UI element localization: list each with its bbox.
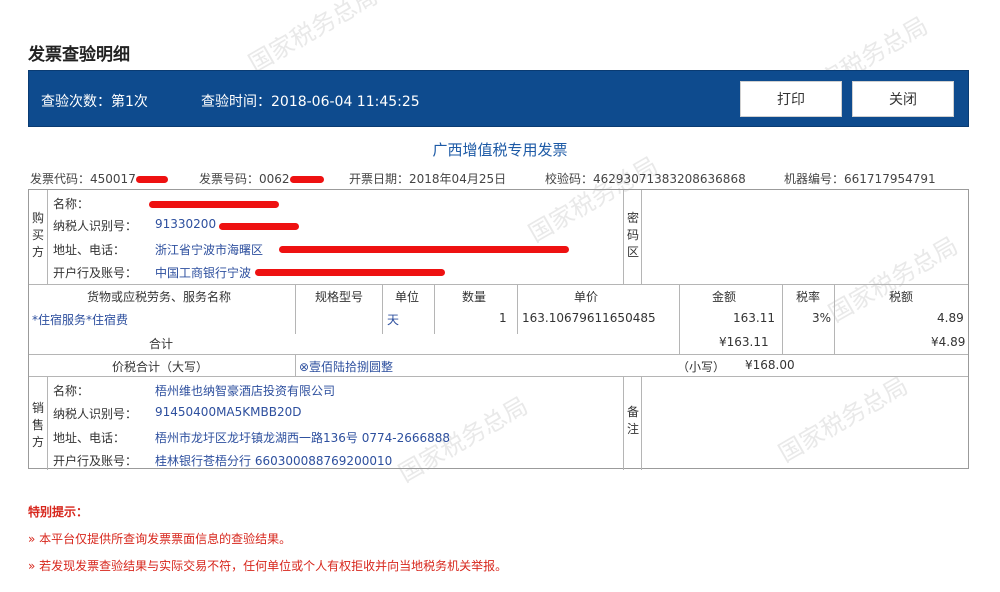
invoice-code: 发票代码：450017 — [30, 170, 168, 187]
item-qty: 1 — [499, 311, 507, 325]
grand-total-upper: ⊗壹佰陆拾捌圆整 — [299, 360, 394, 374]
machine-number-label: 机器编号： — [784, 172, 845, 186]
invoice-date-label: 开票日期： — [349, 172, 410, 186]
total-tax: ¥4.89 — [931, 335, 966, 349]
check-code-value: 46293071383208636868 — [593, 172, 746, 186]
invoice-date-value: 2018年04月25日 — [409, 172, 507, 186]
col-header-qty: 数量 — [462, 290, 487, 304]
grand-total-label: 价税合计（大写） — [112, 360, 209, 374]
seller-addr-value: 梧州市龙圩区龙圩镇龙湖西一路136号 0774-2666888 — [155, 431, 451, 445]
seller-bank-value: 桂林银行苍梧分行 660300088769200010 — [155, 454, 393, 468]
redaction-mark — [255, 269, 445, 276]
invoice-number: 发票号码：0062 — [199, 170, 324, 187]
col-header-tax: 税额 — [889, 290, 914, 304]
total-amount: ¥163.11 — [719, 335, 769, 349]
buyer-addr-value: 浙江省宁波市海曙区 — [155, 243, 264, 257]
page-title: 发票查验明细 — [28, 45, 130, 65]
buyer-addr-label: 地址、电话： — [53, 243, 126, 257]
col-header-amount: 金额 — [712, 290, 737, 304]
invoice-date: 开票日期：2018年04月25日 — [349, 170, 506, 187]
total-label: 合计 — [149, 337, 174, 351]
machine-number-value: 661717954791 — [844, 172, 936, 186]
invoice-number-label: 发票号码： — [199, 172, 260, 186]
redaction-mark — [219, 223, 299, 230]
header-bar: 查验次数：第1次 查验时间：2018-06-04 11:45:25 打印 关闭 — [28, 70, 969, 127]
col-header-name: 货物或应税劳务、服务名称 — [87, 290, 232, 304]
watermark: 国家税务总局 — [243, 0, 383, 78]
buyer-taxid-label: 纳税人识别号： — [53, 219, 138, 233]
invoice-number-value: 0062 — [259, 172, 290, 186]
seller-name-value: 梧州维也纳智豪酒店投资有限公司 — [155, 384, 336, 398]
grand-total-small-label: （小写） — [677, 360, 726, 374]
redaction-mark — [279, 246, 569, 253]
item-amount: 163.11 — [733, 311, 775, 325]
buyer-bank-label: 开户行及账号： — [53, 266, 138, 280]
redaction-mark — [289, 176, 324, 183]
invoice-code-value: 450017 — [90, 172, 136, 186]
buyer-taxid-value: 91330200 — [155, 217, 217, 231]
redaction-mark — [135, 176, 168, 183]
notes-item: » 本平台仅提供所查询发票票面信息的查验结果。 — [28, 532, 292, 546]
notes-title: 特别提示： — [28, 505, 89, 519]
item-rate: 3% — [812, 311, 832, 325]
check-time: 查验时间：2018-06-04 11:45:25 — [201, 94, 420, 110]
seller-taxid-value: 91450400MA5KMBB20D — [155, 405, 302, 419]
print-button[interactable]: 打印 — [740, 81, 842, 117]
seller-name-label: 名称： — [53, 384, 90, 398]
buyer-name-label: 名称： — [53, 197, 90, 211]
item-name: *住宿服务*住宿费 — [32, 313, 129, 327]
seller-taxid-label: 纳税人识别号： — [53, 407, 138, 421]
password-section-label: 密码区 — [626, 211, 639, 259]
col-header-unit: 单位 — [395, 290, 420, 304]
col-header-price: 单价 — [574, 290, 599, 304]
check-count: 查验次数：第1次 — [41, 94, 148, 110]
seller-bank-label: 开户行及账号： — [53, 454, 138, 468]
buyer-section-label: 购买方 — [31, 211, 44, 259]
seller-addr-label: 地址、电话： — [53, 431, 126, 445]
invoice-table: 购买方 名称： 纳税人识别号： 91330200 地址、电话： 浙江省宁波市海曙… — [28, 189, 969, 470]
remarks-section-label: 备注 — [626, 405, 639, 436]
notes-item: » 若发现发票查验结果与实际交易不符，任何单位或个人有权拒收并向当地税务机关举报… — [28, 559, 508, 573]
item-price: 163.10679611650485 — [522, 311, 656, 325]
col-header-rate: 税率 — [796, 290, 821, 304]
seller-section-label: 销售方 — [31, 401, 44, 449]
machine-number: 机器编号：661717954791 — [784, 170, 936, 187]
grand-total-small-value: ¥168.00 — [745, 358, 795, 372]
item-unit: 天 — [387, 313, 400, 327]
check-code: 校验码：46293071383208636868 — [545, 170, 746, 187]
special-notes: 特别提示： » 本平台仅提供所查询发票票面信息的查验结果。 » 若发现发票查验结… — [28, 503, 507, 574]
invoice-code-label: 发票代码： — [30, 172, 91, 186]
buyer-bank-value: 中国工商银行宁波 — [155, 266, 252, 280]
item-tax: 4.89 — [937, 311, 964, 325]
invoice-title: 广西增值税专用发票 — [432, 141, 568, 159]
redaction-mark — [149, 201, 279, 208]
check-code-label: 校验码： — [545, 172, 594, 186]
close-button[interactable]: 关闭 — [852, 81, 954, 117]
col-header-spec: 规格型号 — [315, 290, 364, 304]
